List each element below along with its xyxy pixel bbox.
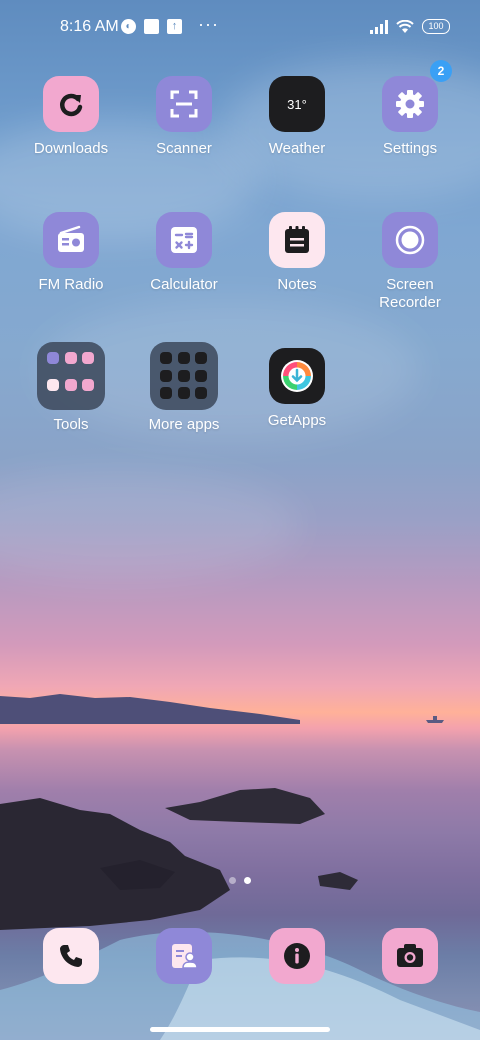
home-indicator[interactable] [150,1027,330,1032]
calculator-icon[interactable] [156,212,212,268]
folder-tools[interactable]: Tools [16,342,126,434]
mini-app-icon [160,369,172,382]
mini-app-icon [195,387,208,400]
distant-shore [0,694,300,724]
app-notes[interactable]: Notes [242,212,352,294]
app-fm-radio[interactable]: FM Radio [16,212,126,294]
mini-app-icon [177,352,190,364]
app-weather[interactable]: 31° Weather [242,76,352,158]
app-label: Weather [268,140,326,157]
page-indicator [0,877,480,884]
getapps-icon[interactable] [269,348,325,404]
app-label: FM Radio [38,276,104,293]
wifi-icon [396,19,414,33]
info-icon[interactable] [269,928,325,984]
app-label: GetApps [267,412,327,429]
status-system-icons: 100 [370,19,450,34]
app-downloads[interactable]: Downloads [16,76,126,158]
mini-app-icon [47,378,59,391]
mini-app-icon [195,352,208,364]
mini-app-icon [64,378,77,391]
mini-app-icon [47,352,59,364]
mini-app-icon [160,387,172,400]
mini-app-icon [177,387,190,400]
battery-icon: 100 [422,19,450,34]
mini-app-icon [177,369,190,382]
mini-app-icon [160,352,172,364]
app-label-line2: Recorder [379,294,441,311]
record-icon[interactable] [382,212,438,268]
more-dots-icon: ··· [198,13,219,34]
status-notification-icons: ◐ ↑ ··· [121,13,219,34]
notification-square-icon [144,19,159,34]
notepad-icon[interactable] [269,212,325,268]
status-time: 8:16 AM [60,18,119,35]
status-bar: 8:16 AM ◐ ↑ ··· 100 [0,0,480,56]
page-dot-active[interactable] [244,877,251,884]
app-label: Screen Recorder [355,276,465,312]
folder-more-apps[interactable]: More apps [129,342,239,434]
folder-icon[interactable] [37,342,105,410]
scan-frame-icon[interactable] [156,76,212,132]
phone-icon[interactable] [43,928,99,984]
gear-icon[interactable]: 2 [382,60,452,132]
app-label: Downloads [33,140,109,157]
mini-app-icon [82,378,95,391]
refresh-arrow-icon[interactable] [43,76,99,132]
contacts-icon[interactable] [156,928,212,984]
app-label: Notes [277,276,317,293]
notification-badge: 2 [430,60,452,82]
app-label: Calculator [150,276,218,293]
radio-icon[interactable] [43,212,99,268]
boat [426,716,444,723]
app-getapps[interactable]: GetApps [242,348,352,430]
app-label: Settings [382,140,438,157]
folder-label: More apps [148,416,220,433]
upload-icon: ↑ [167,19,182,34]
weather-icon[interactable]: 31° [269,76,325,132]
mini-app-icon [64,352,77,364]
app-label-line1: Screen [386,276,434,293]
folder-icon[interactable] [150,342,218,410]
app-scanner[interactable]: Scanner [129,76,239,158]
app-calculator[interactable]: Calculator [129,212,239,294]
mini-app-icon [82,352,95,364]
app-screen-recorder[interactable]: Screen Recorder [355,212,465,312]
page-dot[interactable] [229,877,236,884]
app-settings[interactable]: 2 Settings [355,60,465,158]
data-saver-icon: ◐ [121,19,136,34]
mini-app-icon [195,369,208,382]
weather-temperature: 31° [287,96,307,112]
folder-label: Tools [53,416,89,433]
app-label: Scanner [156,140,212,157]
camera-icon[interactable] [382,928,438,984]
signal-icon [370,19,388,34]
dock [0,928,480,984]
